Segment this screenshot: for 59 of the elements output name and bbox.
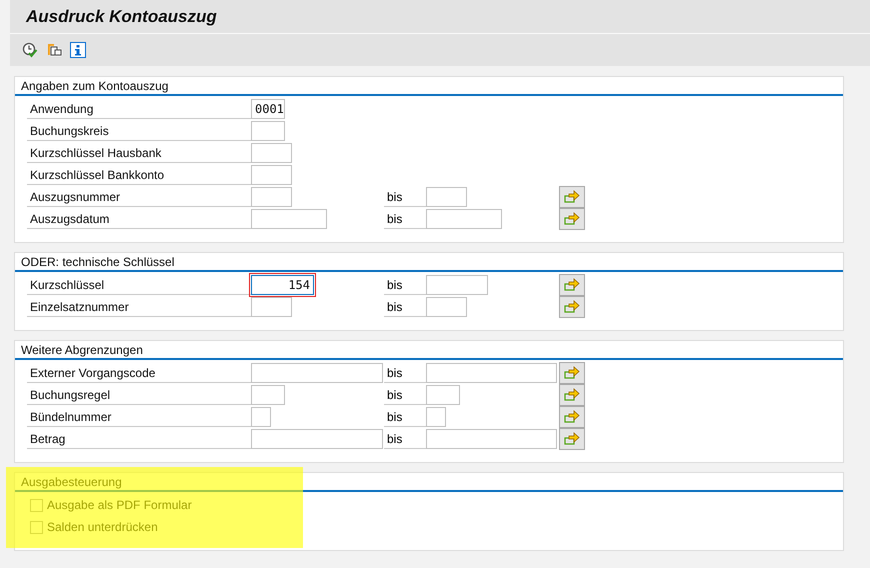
arrow-icon — [563, 278, 581, 292]
info-icon[interactable] — [70, 42, 86, 58]
field-label: Kurzschlüssel Bankkonto — [27, 165, 251, 185]
checkbox[interactable] — [30, 498, 43, 512]
input-field[interactable] — [251, 121, 285, 141]
field-label: Kurzschlüssel Hausbank — [27, 143, 251, 163]
copy-icon[interactable] — [46, 42, 62, 58]
field-label: Externer Vorgangscode — [27, 363, 251, 383]
input-field[interactable] — [426, 407, 446, 427]
input-field[interactable] — [426, 429, 557, 449]
input-field[interactable] — [426, 363, 557, 383]
group-title: Weitere Abgrenzungen — [15, 341, 843, 360]
input-field[interactable] — [251, 165, 292, 185]
multiple-selection-button[interactable] — [559, 384, 585, 406]
arrow-icon — [563, 410, 581, 424]
input-field[interactable] — [426, 187, 467, 207]
input-field[interactable] — [251, 385, 285, 405]
field-label: Auszugsdatum — [27, 209, 251, 229]
input-field[interactable] — [251, 297, 292, 317]
input-field[interactable] — [251, 363, 383, 383]
field-label: Betrag — [27, 429, 251, 449]
input-field[interactable]: 154 — [251, 275, 314, 295]
arrow-icon — [563, 366, 581, 380]
multiple-selection-button[interactable] — [559, 406, 585, 428]
multiple-selection-button[interactable] — [559, 186, 585, 208]
group-title: Ausgabesteuerung — [15, 473, 843, 492]
group-title: Angaben zum Kontoauszug — [15, 77, 843, 96]
clock-check-icon[interactable] — [22, 42, 38, 58]
checkbox-label: Ausgabe als PDF Formular — [47, 498, 192, 512]
checkbox-label: Salden unterdrücken — [47, 520, 158, 534]
multiple-selection-button[interactable] — [559, 296, 585, 318]
input-field[interactable] — [251, 143, 292, 163]
arrow-icon — [563, 432, 581, 446]
multiple-selection-button[interactable] — [559, 274, 585, 296]
field-label: Buchungsregel — [27, 385, 251, 405]
arrow-icon — [563, 388, 581, 402]
checkbox[interactable] — [30, 520, 43, 534]
input-field[interactable] — [251, 209, 327, 229]
input-field[interactable] — [251, 187, 292, 207]
field-label: Anwendung — [27, 99, 251, 119]
field-label: Einzelsatznummer — [27, 297, 251, 317]
input-field[interactable] — [426, 297, 467, 317]
field-label: Buchungskreis — [27, 121, 251, 141]
input-field[interactable] — [251, 407, 271, 427]
window-title: Ausdruck Kontoauszug — [26, 6, 217, 26]
field-label: Auszugsnummer — [27, 187, 251, 207]
input-field[interactable] — [426, 275, 488, 295]
multiple-selection-button[interactable] — [559, 362, 585, 384]
arrow-icon — [563, 212, 581, 226]
input-field[interactable] — [426, 209, 502, 229]
field-label: Bündelnummer — [27, 407, 251, 427]
arrow-icon — [563, 190, 581, 204]
multiple-selection-button[interactable] — [559, 428, 585, 450]
multiple-selection-button[interactable] — [559, 208, 585, 230]
input-field[interactable] — [251, 429, 383, 449]
input-field[interactable]: 0001 — [251, 99, 285, 119]
group-title: ODER: technische Schlüssel — [15, 253, 843, 272]
input-field[interactable] — [426, 385, 460, 405]
arrow-icon — [563, 300, 581, 314]
